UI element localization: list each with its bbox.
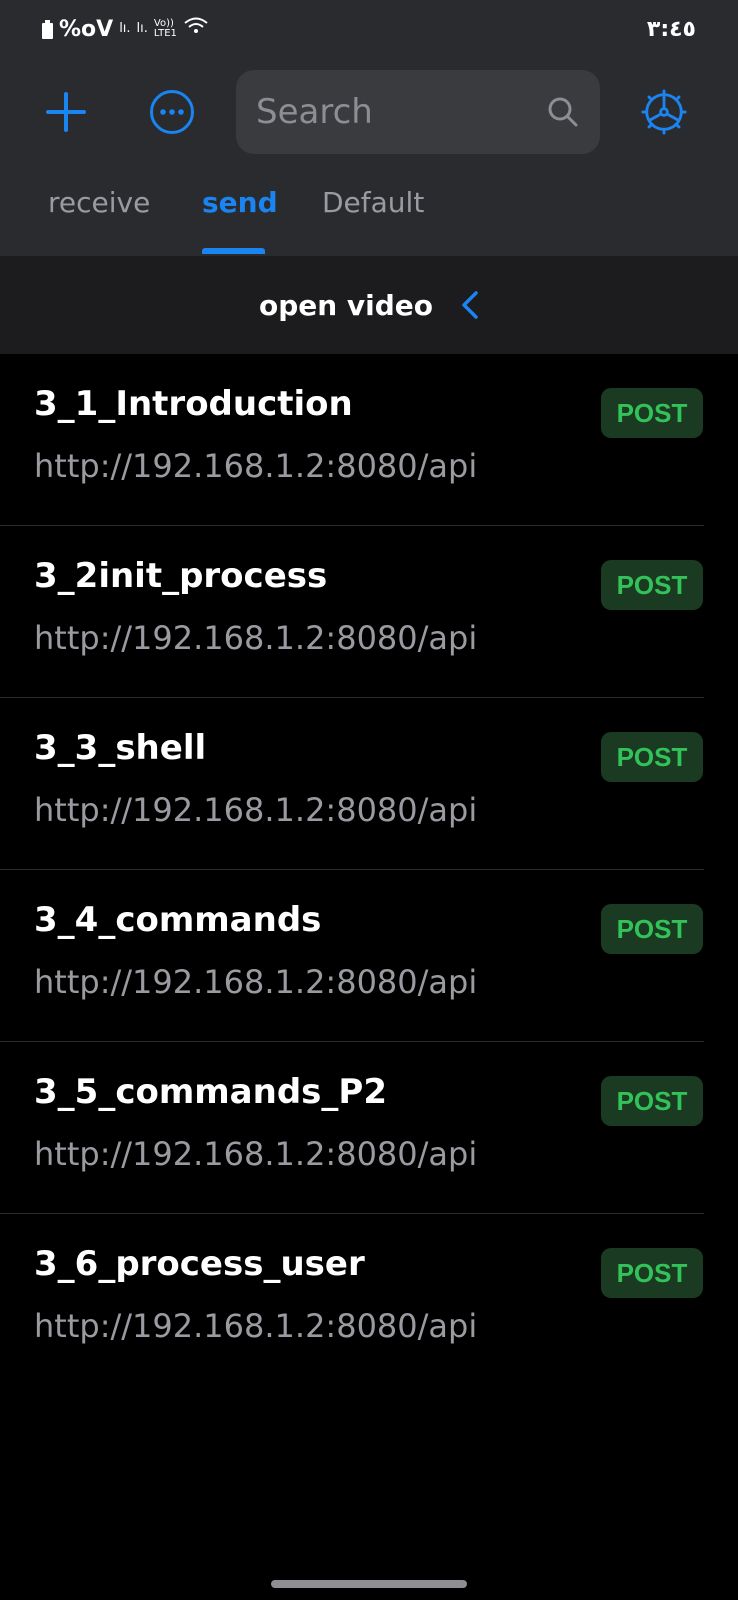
clock: ٣:٤٥ bbox=[646, 16, 696, 42]
request-url: http://192.168.1.2:8080/api bbox=[34, 1307, 478, 1345]
request-list: 3_1_Introduction http://192.168.1.2:8080… bbox=[0, 354, 738, 1386]
app-screen: %oV lı. lı. Vo)) LTE1 ٣:٤٥ Search receiv… bbox=[0, 0, 738, 1600]
folder-header[interactable]: open video bbox=[0, 256, 738, 354]
request-name: 3_1_Introduction bbox=[34, 384, 353, 424]
status-left: %oV lı. lı. Vo)) LTE1 bbox=[42, 14, 209, 44]
volte-bottom-label: LTE1 bbox=[153, 28, 177, 39]
request-item[interactable]: 3_6_process_user http://192.168.1.2:8080… bbox=[0, 1214, 738, 1386]
search-box[interactable] bbox=[236, 70, 600, 154]
add-button[interactable] bbox=[42, 88, 90, 136]
request-name: 3_3_shell bbox=[34, 728, 207, 768]
request-url: http://192.168.1.2:8080/api bbox=[34, 963, 478, 1001]
battery-icon bbox=[42, 19, 53, 39]
signal-strength-2: lı. bbox=[136, 21, 148, 36]
header: %oV lı. lı. Vo)) LTE1 ٣:٤٥ Search receiv… bbox=[0, 0, 738, 256]
volte-indicator: Vo)) LTE1 bbox=[154, 19, 177, 39]
request-url: http://192.168.1.2:8080/api bbox=[34, 1135, 478, 1173]
home-indicator[interactable] bbox=[271, 1580, 467, 1588]
request-item[interactable]: 3_2init_process http://192.168.1.2:8080/… bbox=[0, 526, 738, 698]
request-url: http://192.168.1.2:8080/api bbox=[34, 447, 478, 485]
more-icon bbox=[150, 90, 194, 134]
request-item[interactable]: 3_5_commands_P2 http://192.168.1.2:8080/… bbox=[0, 1042, 738, 1214]
request-item[interactable]: 3_1_Introduction http://192.168.1.2:8080… bbox=[0, 354, 738, 526]
tab-default[interactable]: Default bbox=[322, 186, 424, 219]
signal-strength-1: lı. bbox=[119, 21, 131, 36]
request-name: 3_6_process_user bbox=[34, 1244, 365, 1284]
request-item[interactable]: 3_4_commands http://192.168.1.2:8080/api… bbox=[0, 870, 738, 1042]
tab-receive[interactable]: receive bbox=[48, 186, 150, 219]
method-badge: POST bbox=[601, 732, 703, 782]
more-options-button[interactable] bbox=[148, 88, 196, 136]
plus-icon bbox=[46, 92, 86, 132]
status-right: ٣:٤٥ bbox=[647, 14, 696, 44]
request-name: 3_2init_process bbox=[34, 556, 328, 596]
request-name: 3_5_commands_P2 bbox=[34, 1072, 387, 1112]
chevron-left-icon[interactable] bbox=[461, 290, 479, 320]
folder-title: open video bbox=[258, 288, 434, 322]
method-badge: POST bbox=[601, 1248, 703, 1298]
method-badge: POST bbox=[601, 388, 703, 438]
method-badge: POST bbox=[601, 1076, 703, 1126]
request-url: http://192.168.1.2:8080/api bbox=[34, 791, 478, 829]
search-input[interactable] bbox=[256, 92, 546, 132]
battery-percent: %oV bbox=[59, 16, 114, 42]
request-name: 3_4_commands bbox=[34, 900, 322, 940]
method-badge: POST bbox=[601, 904, 703, 954]
request-item[interactable]: 3_3_shell http://192.168.1.2:8080/api PO… bbox=[0, 698, 738, 870]
status-bar: %oV lı. lı. Vo)) LTE1 ٣:٤٥ bbox=[0, 0, 738, 50]
settings-button[interactable] bbox=[640, 88, 688, 136]
request-url: http://192.168.1.2:8080/api bbox=[34, 619, 478, 657]
active-tab-indicator bbox=[202, 248, 265, 254]
tab-send[interactable]: send bbox=[202, 186, 278, 219]
gear-icon bbox=[641, 89, 687, 135]
method-badge: POST bbox=[601, 560, 703, 610]
search-icon[interactable] bbox=[546, 95, 580, 129]
wifi-icon bbox=[183, 16, 209, 42]
